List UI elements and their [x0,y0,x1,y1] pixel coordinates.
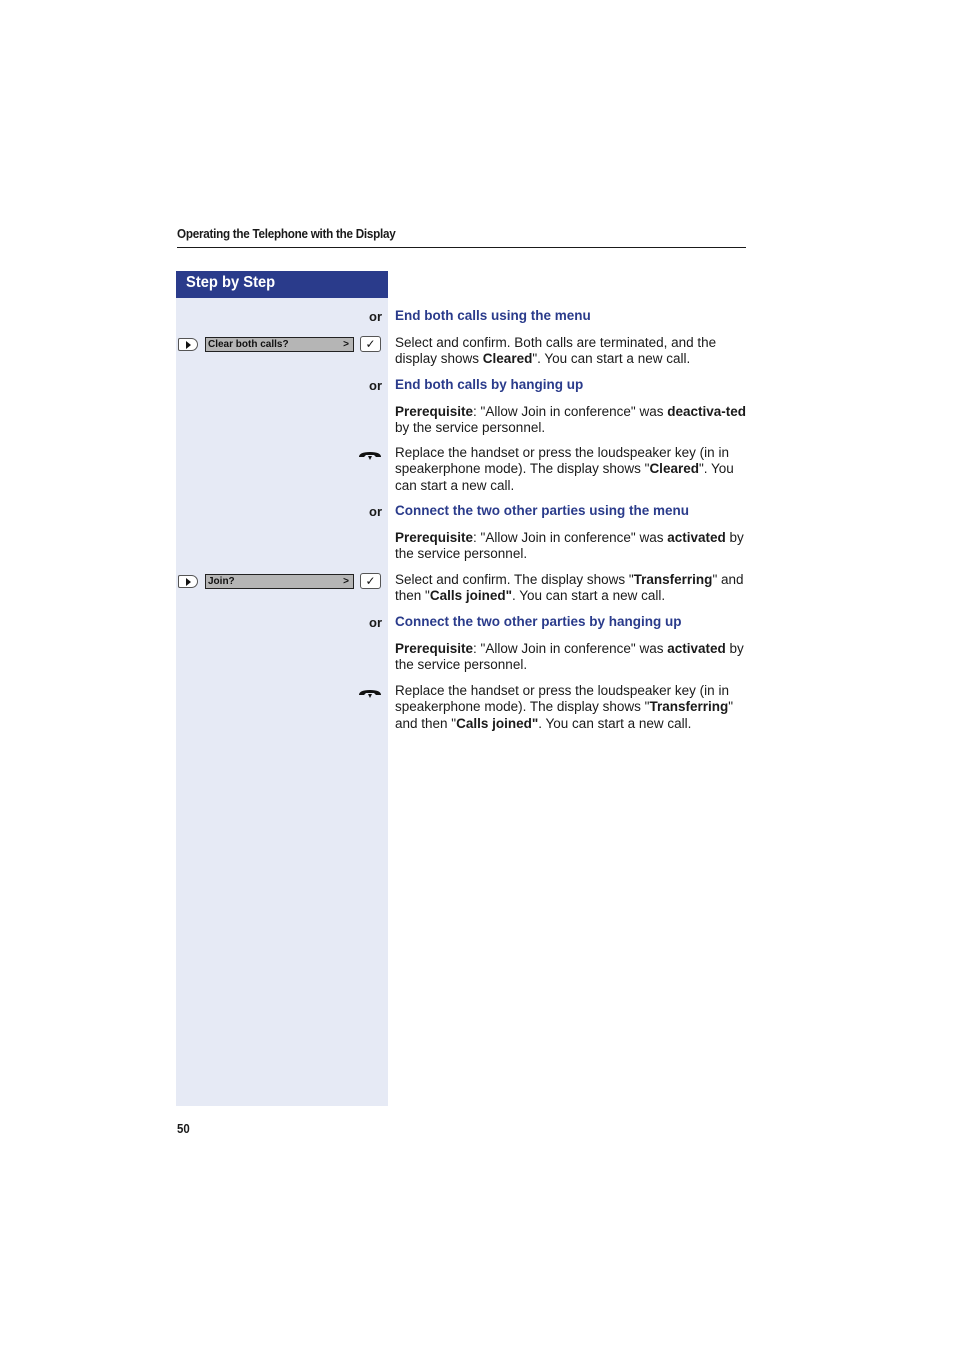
handset-onhook-icon [359,452,381,460]
section-heading: End both calls by hanging up [395,377,584,392]
instruction-text: Select and confirm. The display shows "T… [395,572,744,604]
step-by-step-column [176,271,388,1106]
or-label: or [369,615,382,630]
or-label: or [369,309,382,324]
section-heading: End both calls using the menu [395,308,591,323]
prerequisite-text: Prerequisite: "Allow Join in conference"… [395,404,747,436]
instruction-text: Select and confirm. Both calls are termi… [395,335,717,367]
instruction-text: Replace the handset or press the loudspe… [395,445,734,493]
display-menu-item[interactable]: Clear both calls? > [205,337,354,352]
display-arrow: > [343,339,349,350]
prerequisite-text: Prerequisite: "Allow Join in conference"… [395,641,744,673]
header-divider [177,247,746,248]
display-arrow: > [343,576,349,587]
display-text: Join? [208,576,235,587]
section-heading: Connect the two other parties by hanging… [395,614,682,629]
confirm-check-icon[interactable]: ✓ [360,573,381,589]
display-menu-item[interactable]: Join? > [205,574,354,589]
display-text: Clear both calls? [208,339,289,350]
page-header-title: Operating the Telephone with the Display [177,226,396,241]
confirm-check-icon[interactable]: ✓ [360,336,381,352]
handset-onhook-icon [359,690,381,698]
prerequisite-text: Prerequisite: "Allow Join in conference"… [395,530,744,562]
instruction-text: Replace the handset or press the loudspe… [395,683,734,731]
step-by-step-title: Step by Step [186,274,276,291]
navigation-key-icon [178,338,198,351]
or-label: or [369,504,382,519]
step-by-step-header: Step by Step [176,271,388,298]
or-label: or [369,378,382,393]
section-heading: Connect the two other parties using the … [395,503,690,518]
page-number: 50 [177,1121,190,1136]
navigation-key-icon [178,575,198,588]
